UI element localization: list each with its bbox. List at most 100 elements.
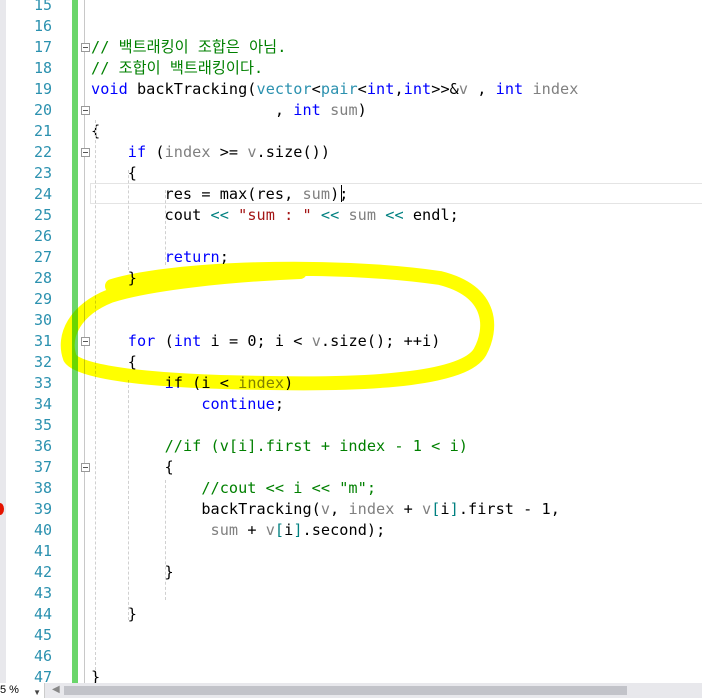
line-number: 43 xyxy=(33,584,52,602)
code-line[interactable]: if (index >= v.size()) xyxy=(91,142,330,163)
code-line[interactable]: // 조합이 백트래킹이다. xyxy=(91,58,263,79)
code-token: v xyxy=(422,500,432,518)
horizontal-scrollbar-thumb[interactable] xyxy=(64,686,627,695)
code-token: ( xyxy=(146,143,165,161)
code-token: ; xyxy=(274,395,285,413)
code-token: ) xyxy=(357,101,367,119)
code-line[interactable]: { xyxy=(91,457,174,478)
code-line[interactable]: } xyxy=(91,604,137,625)
code-token: ) xyxy=(284,374,294,392)
line-number: 26 xyxy=(33,227,52,245)
code-line[interactable]: // 백트래킹이 조합은 아님. xyxy=(91,37,286,58)
collapse-icon[interactable] xyxy=(81,106,90,115)
code-line[interactable]: { xyxy=(91,352,137,373)
code-line[interactable]: return; xyxy=(91,247,229,268)
code-token: //cout << i << "m"; xyxy=(201,479,377,497)
line-number: 44 xyxy=(33,605,52,623)
indent-guide xyxy=(165,190,166,265)
line-number: 29 xyxy=(33,290,52,308)
code-line[interactable]: //if (v[i].first + index - 1 < i) xyxy=(91,436,468,457)
code-token: .first - 1, xyxy=(458,500,560,518)
code-line[interactable]: for (int i = 0; i < v.size(); ++i) xyxy=(91,331,441,352)
line-number: 15 xyxy=(33,0,52,14)
line-number: 36 xyxy=(33,437,52,455)
code-token: } xyxy=(91,269,137,287)
line-number: 39 xyxy=(33,500,52,518)
code-line[interactable]: continue; xyxy=(91,394,284,415)
code-token: sum xyxy=(348,206,377,224)
line-number: 38 xyxy=(33,479,52,497)
line-number: 30 xyxy=(33,311,52,329)
text-caret xyxy=(341,185,342,202)
code-token: , xyxy=(394,80,404,98)
code-token: { xyxy=(91,458,174,476)
line-number: 28 xyxy=(33,269,52,287)
code-line[interactable]: , int sum) xyxy=(91,100,367,121)
code-token: index xyxy=(164,143,211,161)
zoom-level: 5 % xyxy=(0,684,19,696)
code-line[interactable]: if (i < index) xyxy=(91,373,294,394)
code-token: < xyxy=(357,80,367,98)
code-token: //if (v[i].first + index - 1 < i) xyxy=(164,437,468,455)
line-number: 31 xyxy=(33,332,52,350)
code-token: >>& xyxy=(431,80,459,98)
line-number: 41 xyxy=(33,542,52,560)
code-token: << xyxy=(210,206,229,224)
code-token: .second); xyxy=(302,521,386,539)
code-line[interactable]: sum + v[i].second); xyxy=(91,520,386,541)
code-token: i xyxy=(284,521,294,539)
code-token: int xyxy=(495,80,524,98)
code-line[interactable]: cout << "sum : " << sum << endl; xyxy=(91,205,459,226)
code-token: i = 0; i < xyxy=(201,332,312,350)
line-number: 22 xyxy=(33,143,52,161)
code-token: (i < xyxy=(182,374,239,392)
code-line[interactable]: //cout << i << "m"; xyxy=(91,478,376,499)
line-number: 35 xyxy=(33,416,52,434)
code-token: for xyxy=(127,332,156,350)
code-line[interactable]: } xyxy=(91,562,174,583)
code-token: , xyxy=(468,80,496,98)
code-token: index xyxy=(238,374,285,392)
code-token: sum xyxy=(210,521,239,539)
collapse-icon[interactable] xyxy=(81,337,90,346)
code-token: v xyxy=(458,80,469,98)
scroll-left-icon[interactable]: ◀ xyxy=(52,684,60,695)
code-token: v xyxy=(265,521,275,539)
code-token: "sum : " xyxy=(238,206,312,224)
code-line[interactable]: backTracking(v, index + v[i].first - 1, xyxy=(91,499,560,520)
code-line[interactable]: res = max(res, sum); xyxy=(91,184,349,205)
code-token: index xyxy=(348,500,395,518)
code-token: int xyxy=(403,80,432,98)
code-line[interactable]: } xyxy=(91,268,137,289)
code-token: v xyxy=(311,332,321,350)
code-token: << xyxy=(385,206,404,224)
collapse-icon[interactable] xyxy=(81,148,90,157)
code-line[interactable]: void backTracking(vector<pair<int,int>>&… xyxy=(91,79,578,100)
line-number: 33 xyxy=(33,374,52,392)
code-token: ; xyxy=(219,248,229,266)
code-token: void xyxy=(91,80,128,98)
code-token: v xyxy=(247,143,257,161)
code-token: endl; xyxy=(403,206,459,224)
code-line[interactable]: { xyxy=(91,163,137,184)
code-token: if xyxy=(164,374,183,392)
code-token: + xyxy=(238,521,266,539)
line-number: 16 xyxy=(33,17,52,35)
code-token: vector xyxy=(256,80,312,98)
code-token: backTracking( xyxy=(91,500,321,518)
code-token: ( xyxy=(155,332,174,350)
collapse-icon[interactable] xyxy=(81,43,90,52)
code-token: // 백트래킹이 조합은 아님. xyxy=(91,38,287,56)
line-number: 24 xyxy=(33,185,52,203)
line-number: 19 xyxy=(33,80,52,98)
change-tracking-bar xyxy=(72,0,78,683)
code-token: << xyxy=(320,206,340,224)
zoom-dropdown[interactable]: 5 % ▼ xyxy=(0,683,45,698)
collapse-icon[interactable] xyxy=(81,463,90,472)
code-token: .size(); ++i) xyxy=(320,332,441,350)
